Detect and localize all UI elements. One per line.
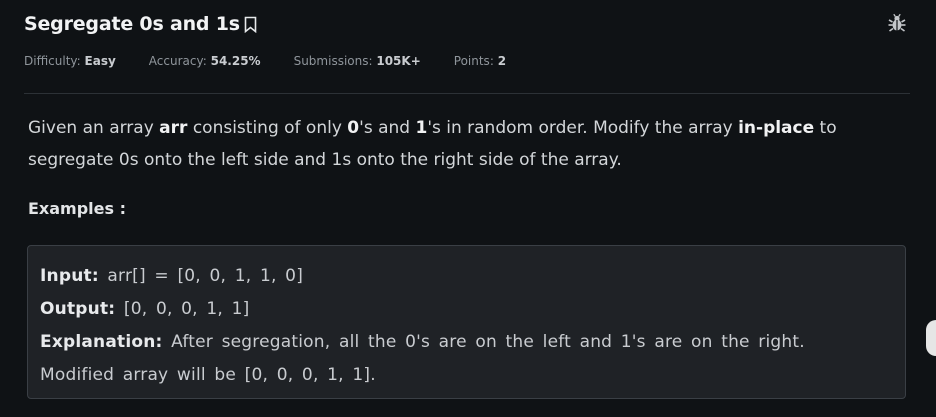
difficulty-info: Difficulty: Easy — [24, 54, 116, 68]
points-label: Points: — [453, 54, 494, 68]
problem-meta: Difficulty: Easy Accuracy: 54.25% Submis… — [24, 54, 912, 68]
desc-text-2: consisting of only — [187, 118, 348, 138]
problem-title: Segregate 0s and 1s — [24, 13, 240, 35]
accuracy-info: Accuracy: 54.25% — [149, 54, 261, 68]
example-explanation: Explanation: After segregation, all the … — [40, 326, 893, 359]
example-output: Output: [0, 0, 0, 1, 1] — [40, 293, 893, 326]
desc-zero: 0 — [347, 118, 360, 138]
panel-resize-handle[interactable] — [926, 320, 936, 356]
desc-in-place: in-place — [738, 118, 815, 138]
input-value: arr[] = [0, 0, 1, 1, 0] — [98, 266, 304, 286]
points-value: 2 — [497, 54, 507, 68]
problem-description: Given an array arr consisting of only 0'… — [28, 112, 912, 176]
desc-one: 1 — [415, 118, 428, 138]
difficulty-label: Difficulty: — [24, 54, 81, 68]
header-divider — [24, 93, 910, 94]
example-box: Input: arr[] = [0, 0, 1, 1, 0] Output: [… — [27, 245, 906, 399]
bug-icon[interactable] — [886, 12, 908, 34]
input-label: Input: — [40, 266, 99, 286]
output-value: [0, 0, 0, 1, 1] — [115, 299, 250, 319]
submissions-value: 105K+ — [376, 54, 421, 68]
problem-header: Segregate 0s and 1s Difficulty: Easy Acc… — [24, 10, 912, 68]
accuracy-label: Accuracy: — [148, 54, 207, 68]
example-input: Input: arr[] = [0, 0, 1, 1, 0] — [40, 260, 893, 293]
bookmark-icon[interactable] — [243, 14, 259, 34]
desc-text-1: Given an array — [28, 118, 160, 138]
example-explanation-line2: Modified array will be [0, 0, 0, 1, 1]. — [40, 365, 376, 385]
points-info: Points: 2 — [454, 54, 506, 68]
problem-page: Segregate 0s and 1s Difficulty: Easy Acc… — [0, 0, 936, 417]
desc-text-3: 's and — [359, 118, 416, 138]
explanation-label: Explanation: — [40, 332, 163, 352]
submissions-label: Submissions: — [293, 54, 373, 68]
difficulty-value: Easy — [84, 54, 116, 68]
accuracy-value: 54.25% — [210, 54, 261, 68]
output-label: Output: — [40, 299, 116, 319]
explanation-value: After segregation, all the 0's are on th… — [162, 332, 805, 352]
submissions-info: Submissions: 105K+ — [294, 54, 421, 68]
desc-text-4: 's in random order. Modify the array — [427, 118, 739, 138]
title-row: Segregate 0s and 1s — [24, 10, 912, 38]
examples-heading: Examples : — [28, 199, 126, 218]
desc-arr: arr — [159, 118, 188, 138]
